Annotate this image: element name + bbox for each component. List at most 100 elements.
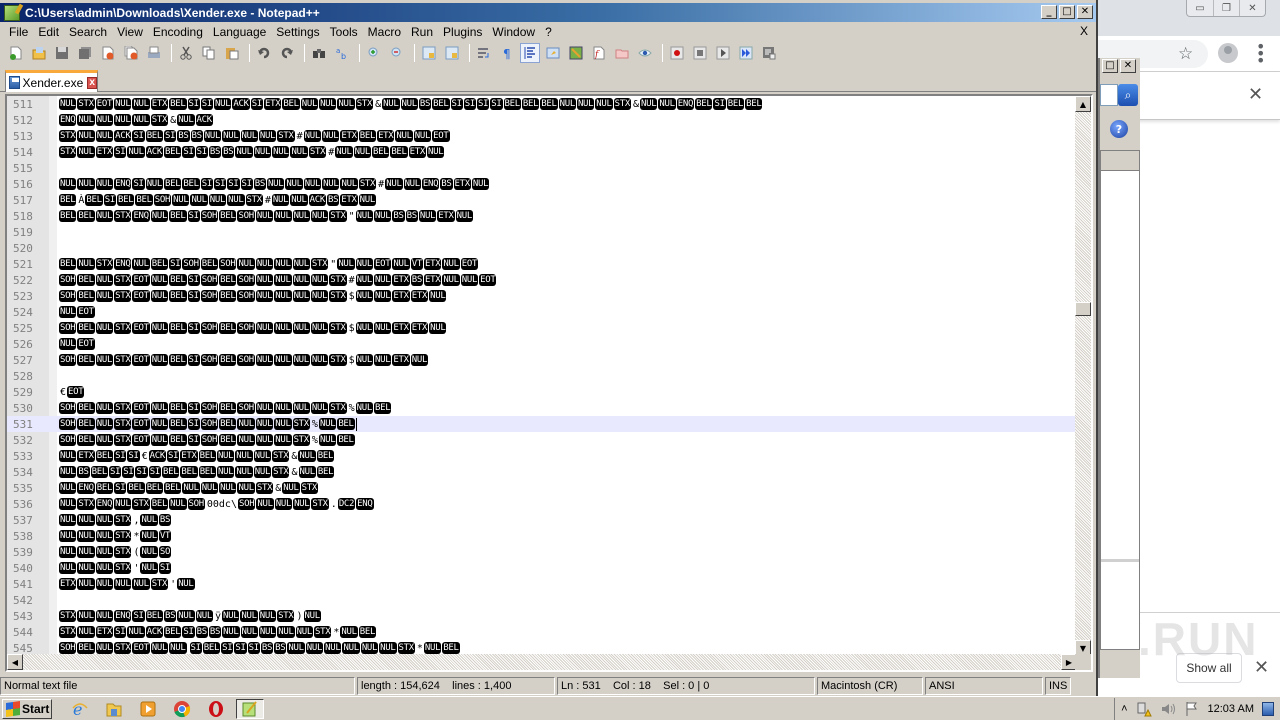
text-editor[interactable]: 511 NUL STX EOT NUL NUL ETX BEL SI SI NUL ACK SI ETX B…	[5, 94, 1093, 672]
editor-line[interactable]: 541 ETX NUL NUL NUL NUL STX ' NUL	[7, 576, 1077, 592]
editor-line[interactable]: 512 ENQ NUL NUL NUL NUL STX & NUL ACK	[7, 112, 1077, 128]
profile-avatar-icon[interactable]	[1218, 43, 1238, 63]
menu-tools[interactable]: Tools	[325, 25, 363, 39]
tray-expand-icon[interactable]: ˄	[1121, 703, 1127, 715]
editor-line[interactable]: 539 NUL NUL NUL STX(NUL SO	[7, 544, 1077, 560]
menu-language[interactable]: Language	[208, 25, 271, 39]
undo-button[interactable]	[254, 43, 274, 63]
sync-vertical-button[interactable]	[419, 43, 439, 63]
editor-line[interactable]: 522 SOH BEL NUL STX EOT NUL BEL SI SOH BEL SOH NUL NU…	[7, 272, 1077, 288]
menu-search[interactable]: Search	[64, 25, 112, 39]
start-button[interactable]: Start	[2, 698, 52, 719]
download-shelf-close-icon[interactable]: ✕	[1254, 657, 1269, 678]
editor-line[interactable]: 535 NUL ENQ BEL SI BEL BEL BEL NUL NUL NUL NUL STX & N…	[7, 480, 1077, 496]
sync-horizontal-button[interactable]	[442, 43, 462, 63]
show-all-characters-button[interactable]: ¶	[497, 43, 517, 63]
editor-line[interactable]: 537 NUL NUL NUL STX, NUL BS	[7, 512, 1077, 528]
save-button[interactable]	[52, 43, 72, 63]
editor-line[interactable]: 513 STX NUL NUL ACK SI BEL SI BS BS NUL NUL NUL NUL ST…	[7, 128, 1077, 144]
editor-line[interactable]: 517 BEL À BEL SI BEL BEL SOH NUL NUL NUL NUL STX # NUL…	[7, 192, 1077, 208]
editor-line[interactable]: 514 STX NUL ETX SI NUL ACK BEL SI SI BS BS NUL NUL NUL…	[7, 144, 1077, 160]
vertical-scroll-thumb[interactable]	[1075, 302, 1091, 316]
run-macro-multiple-button[interactable]	[736, 43, 756, 63]
editor-line[interactable]: 523 SOH BEL NUL STX EOT NUL BEL SI SOH BEL SOH NUL NU…	[7, 288, 1077, 304]
editor-line[interactable]: 528	[7, 368, 1077, 384]
horizontal-scrollbar[interactable]: ◀ ▶	[7, 654, 1077, 670]
zoom-in-button[interactable]	[364, 43, 384, 63]
vertical-scrollbar[interactable]: ▲ ▼	[1075, 96, 1091, 656]
close-all-button[interactable]	[121, 43, 141, 63]
infobar-close-icon[interactable]: ✕	[1248, 84, 1263, 105]
editor-line[interactable]: 526 NUL EOT	[7, 336, 1077, 352]
find-button[interactable]	[309, 43, 329, 63]
cut-button[interactable]	[176, 43, 196, 63]
replace-button[interactable]: ab	[332, 43, 352, 63]
save-all-button[interactable]	[75, 43, 95, 63]
menu-window[interactable]: Window	[487, 25, 540, 39]
open-file-button[interactable]	[29, 43, 49, 63]
editor-line[interactable]: 534 NUL BS BEL SI SI SI SI BEL BEL BEL NUL NUL NUL STX…	[7, 464, 1077, 480]
zoom-out-button[interactable]	[387, 43, 407, 63]
save-macro-button[interactable]	[759, 43, 779, 63]
bookmark-star-icon[interactable]: ☆	[1178, 44, 1193, 64]
clock[interactable]: 12:03 AM	[1208, 703, 1254, 715]
browser-close-button[interactable]: ✕	[1239, 0, 1265, 16]
editor-line[interactable]: 516 NUL NUL NUL ENQ SI NUL BEL BEL SI SI SI SI BS NUL N…	[7, 176, 1077, 192]
taskbar-internet-explorer[interactable]: e	[66, 699, 94, 719]
editor-line[interactable]: 527 SOH BEL NUL STX EOT NUL BEL SI SOH BEL SOH NUL NU…	[7, 352, 1077, 368]
search-icon[interactable]: ⌕	[1118, 84, 1138, 106]
editor-line[interactable]: 520	[7, 240, 1077, 256]
menu-run[interactable]: Run	[406, 25, 438, 39]
editor-line[interactable]: 529 € EOT	[7, 384, 1077, 400]
network-warning-icon[interactable]	[1136, 701, 1152, 717]
maximize-button[interactable]: □	[1059, 5, 1075, 19]
browser-menu-icon[interactable]: • • •	[1256, 39, 1265, 69]
browser-restore-button[interactable]: ❐	[1213, 0, 1239, 16]
browser-minimize-button[interactable]: ▭	[1187, 0, 1213, 16]
menu-encoding[interactable]: Encoding	[148, 25, 208, 39]
taskbar-notepad-plus-plus[interactable]	[236, 698, 264, 719]
paste-button[interactable]	[222, 43, 242, 63]
tab-close-icon[interactable]: x	[87, 76, 97, 89]
show-all-downloads-button[interactable]: Show all	[1176, 653, 1242, 683]
editor-line[interactable]: 533 NUL ETX BEL SI SI € ACK SI ETX BEL NUL NUL NUL STX…	[7, 448, 1077, 464]
menu-view[interactable]: View	[112, 25, 148, 39]
editor-line[interactable]: 543 STX NUL NUL ENQ SI BEL BS NUL NUL ÿ NUL NUL NUL ST…	[7, 608, 1077, 624]
close-file-button[interactable]	[98, 43, 118, 63]
new-file-button[interactable]	[6, 43, 26, 63]
menu-plugins[interactable]: Plugins	[438, 25, 487, 39]
word-wrap-button[interactable]	[474, 43, 494, 63]
action-center-flag-icon[interactable]	[1184, 701, 1200, 717]
editor-line[interactable]: 524 NUL EOT	[7, 304, 1077, 320]
editor-line[interactable]: 536 NUL STX ENQ NUL STX BEL NUL SOH 00dc\ SOH NUL NU…	[7, 496, 1077, 512]
close-document-button[interactable]: X	[1080, 24, 1088, 38]
menu-file[interactable]: File	[0, 25, 33, 39]
secondary-maximize-button[interactable]: □	[1102, 59, 1118, 73]
print-button[interactable]	[144, 43, 164, 63]
secondary-search-input[interactable]	[1100, 84, 1118, 106]
function-list-button[interactable]: f	[589, 43, 609, 63]
editor-line[interactable]: 532 SOH BEL NUL STX EOT NUL BEL SI SOH BEL NUL NUL NU…	[7, 432, 1077, 448]
editor-line[interactable]: 519	[7, 224, 1077, 240]
editor-line[interactable]: 518 BEL BEL NUL STX ENQ NUL BEL SI SOH BEL SOH NUL NU…	[7, 208, 1077, 224]
editor-line[interactable]: 538 NUL NUL NUL STX * NUL VT	[7, 528, 1077, 544]
editor-line[interactable]: 544 STX NUL ETX SI NUL ACK BEL SI BS BS NUL NUL NUL NU…	[7, 624, 1077, 640]
menu-help[interactable]: ?	[540, 25, 557, 39]
taskbar-opera[interactable]	[202, 699, 230, 719]
secondary-close-button[interactable]: ✕	[1120, 59, 1136, 73]
editor-line[interactable]: 521 BEL NUL STX ENQ NUL BEL SI SOH BEL SOH NUL NUL NU…	[7, 256, 1077, 272]
redo-button[interactable]	[277, 43, 297, 63]
editor-line[interactable]: 540 NUL NUL NUL STX ' NUL SI	[7, 560, 1077, 576]
copy-button[interactable]	[199, 43, 219, 63]
help-icon[interactable]: ?	[1110, 120, 1128, 138]
minimize-button[interactable]: _	[1041, 5, 1057, 19]
taskbar-chrome[interactable]	[168, 699, 196, 719]
close-button[interactable]: ✕	[1077, 5, 1093, 19]
record-macro-button[interactable]	[667, 43, 687, 63]
taskbar-media-player[interactable]	[134, 699, 162, 719]
folder-as-workspace-button[interactable]	[612, 43, 632, 63]
editor-line[interactable]: 531 SOH BEL NUL STX EOT NUL BEL SI SOH BEL NUL NUL NU…	[7, 416, 1077, 432]
stop-recording-button[interactable]	[690, 43, 710, 63]
menu-macro[interactable]: Macro	[363, 25, 406, 39]
scroll-left-button[interactable]: ◀	[7, 654, 23, 670]
